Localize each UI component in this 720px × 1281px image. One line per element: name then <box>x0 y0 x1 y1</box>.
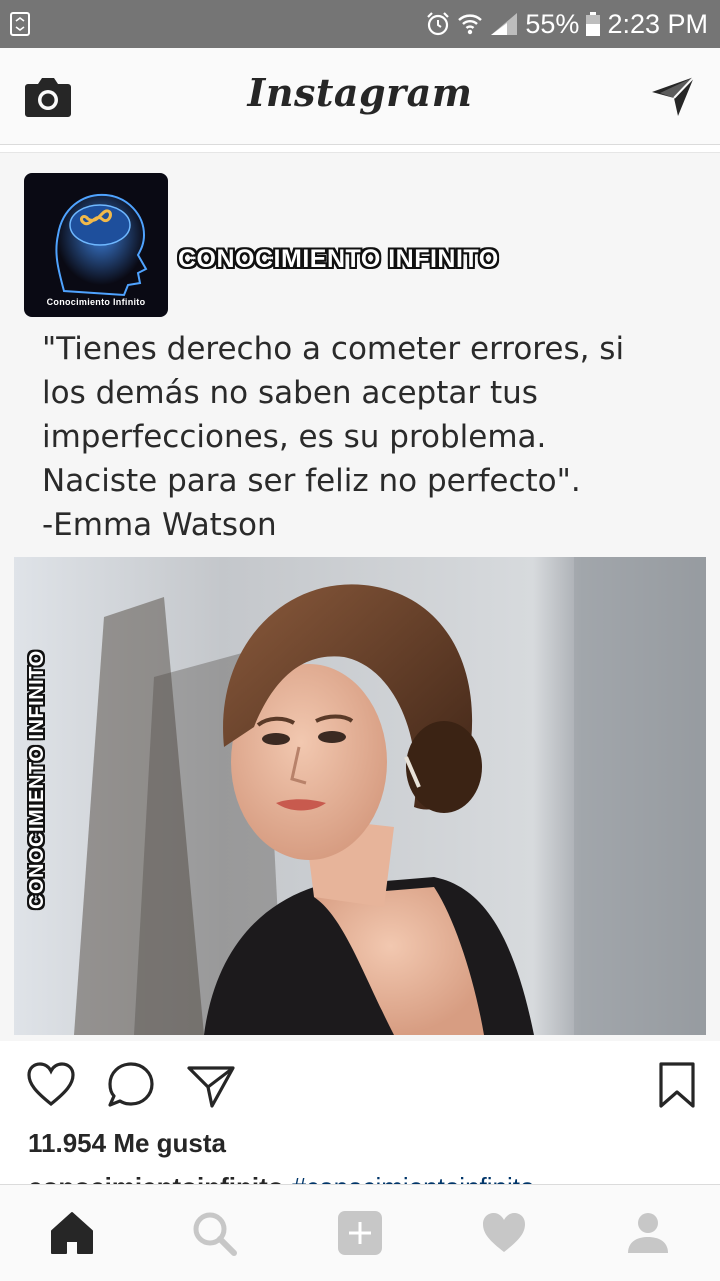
brand-logo-text: Conocimiento Infinito <box>46 297 146 307</box>
caption-hashtag[interactable]: #conocimientoinfinito <box>292 1172 535 1184</box>
vertical-watermark: Conocimiento Infinito <box>26 650 48 909</box>
heart-filled-icon[interactable] <box>480 1209 528 1257</box>
home-icon[interactable] <box>48 1209 96 1257</box>
app-header: Instagram <box>0 48 720 145</box>
signal-icon <box>491 13 518 35</box>
direct-message-icon[interactable] <box>650 74 696 118</box>
brand-logo: Conocimiento Infinito <box>24 173 168 317</box>
brand-name: Conocimiento Infinito <box>178 245 499 273</box>
portrait-illustration <box>14 557 706 1035</box>
post-actions <box>0 1052 720 1116</box>
clock: 2:23 PM <box>607 8 708 39</box>
bookmark-icon[interactable] <box>652 1060 702 1110</box>
battery-icon <box>586 12 601 36</box>
post-caption: conocimientoinfinito #conocimientoinfinit… <box>28 1170 708 1184</box>
portrait-photo <box>14 557 706 1035</box>
alarm-icon <box>427 12 450 36</box>
caption-username[interactable]: conocimientoinfinito <box>28 1172 284 1184</box>
app-logo: Instagram <box>247 70 473 115</box>
add-post-icon[interactable] <box>336 1209 384 1257</box>
quote-text: "Tienes derecho a cometer errores, si lo… <box>42 327 682 547</box>
quote-author: -Emma Watson <box>42 507 277 543</box>
profile-icon[interactable] <box>624 1209 672 1257</box>
search-icon[interactable] <box>190 1209 238 1257</box>
heart-outline-icon[interactable] <box>26 1060 76 1110</box>
bottom-navigation <box>0 1184 720 1281</box>
post-image[interactable]: Conocimiento Infinito Conocimiento Infin… <box>0 152 720 1041</box>
quote-line: imperfecciones, es su problema. <box>42 419 547 455</box>
battery-percentage: 55% <box>525 8 580 39</box>
brain-head-icon <box>55 193 148 297</box>
like-count[interactable]: 11.954 Me gusta <box>28 1128 226 1159</box>
quote-line: "Tienes derecho a cometer errores, si <box>42 331 625 367</box>
status-bar: 55% 2:23 PM <box>0 0 720 48</box>
notification-icon <box>10 12 30 36</box>
quote-line: los demás no saben aceptar tus <box>42 375 538 411</box>
comment-icon[interactable] <box>106 1060 156 1110</box>
quote-line: Naciste para ser feliz no perfecto". <box>42 463 581 499</box>
wifi-icon <box>458 14 483 35</box>
share-icon[interactable] <box>186 1060 236 1110</box>
